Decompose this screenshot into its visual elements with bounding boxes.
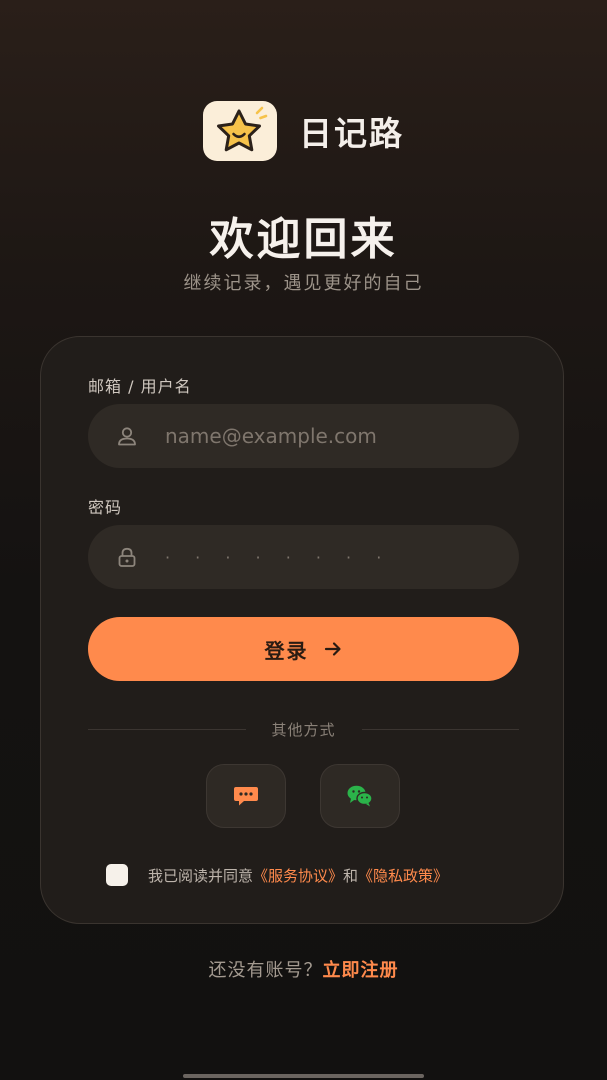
user-icon <box>116 425 138 447</box>
chat-bubble-icon <box>234 787 258 806</box>
terms-link[interactable]: 《服务协议》 <box>253 867 343 885</box>
arrow-right-icon <box>323 639 343 659</box>
signup-link[interactable]: 立即注册 <box>323 960 399 981</box>
login-button-label: 登录 <box>264 638 309 663</box>
password-field[interactable] <box>88 525 519 589</box>
wechat-icon <box>347 785 373 807</box>
agreement-text: 我已阅读并同意《服务协议》和《隐私政策》 <box>148 865 448 886</box>
divider-line-left <box>88 728 246 730</box>
agreement-connector: 和 <box>343 866 359 885</box>
agreement-checkbox[interactable] <box>106 864 128 886</box>
sms-login-button[interactable] <box>206 764 286 828</box>
divider-text: 其他方式 <box>271 720 336 739</box>
password-input[interactable] <box>163 546 519 568</box>
agreement-row: 我已阅读并同意《服务协议》和《隐私政策》 <box>106 864 448 886</box>
wechat-login-button[interactable] <box>320 764 400 828</box>
home-indicator[interactable] <box>183 1074 424 1078</box>
page-title: 欢迎回来 <box>209 214 398 265</box>
password-label: 密码 <box>88 498 123 517</box>
account-label: 邮箱 / 用户名 <box>88 377 192 396</box>
app-logo <box>203 101 277 161</box>
privacy-link[interactable]: 《隐私政策》 <box>358 867 448 885</box>
other-methods-divider: 其他方式 <box>88 717 520 741</box>
signup-prompt: 还没有账号？ <box>208 960 323 981</box>
signup-row: 还没有账号？立即注册 <box>0 956 607 982</box>
page-subtitle: 继续记录，遇见更好的自己 <box>183 273 424 294</box>
agreement-prefix: 我已阅读并同意 <box>148 866 254 885</box>
login-button[interactable]: 登录 <box>88 617 519 681</box>
brand-header: 日记路 <box>0 101 607 161</box>
account-input[interactable] <box>163 423 519 449</box>
app-name: 日记路 <box>299 114 404 153</box>
divider-line-right <box>361 728 520 730</box>
login-card: 邮箱 / 用户名 密码 登录 <box>40 336 564 924</box>
lock-icon <box>116 546 138 568</box>
login-screen: 日记路 欢迎回来 继续记录，遇见更好的自己 邮箱 / 用户名 密码 <box>0 0 607 1080</box>
account-field[interactable] <box>88 404 519 468</box>
star-face-icon <box>217 106 268 152</box>
